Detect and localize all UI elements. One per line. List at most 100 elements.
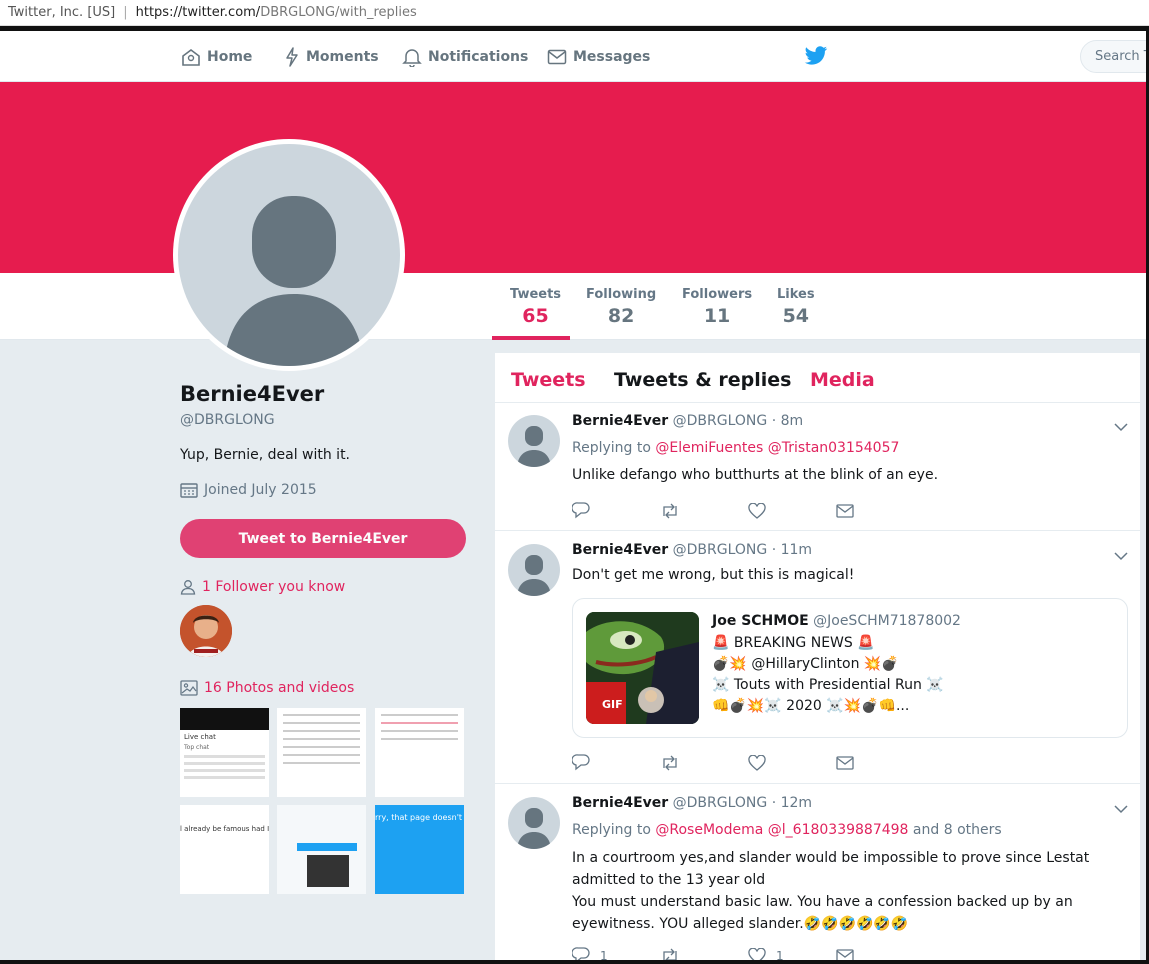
- stat-label: Following: [586, 287, 657, 302]
- thumb-line: [184, 769, 265, 772]
- media-thumbnail[interactable]: Live chat Top chat: [180, 708, 269, 797]
- heart-icon[interactable]: [748, 754, 836, 771]
- tweet-author-name[interactable]: Bernie4Ever: [572, 795, 668, 811]
- media-thumbnail[interactable]: l already be famous had I rocks: [180, 805, 269, 894]
- mention-link[interactable]: @Tristan03154057: [768, 440, 900, 456]
- nav-moments[interactable]: Moments: [284, 31, 379, 82]
- tweet-to-button[interactable]: Tweet to Bernie4Ever: [180, 519, 466, 558]
- profile-avatar[interactable]: [173, 139, 405, 371]
- tweet-avatar[interactable]: [508, 415, 560, 467]
- quoted-header: Joe SCHMOE @JoeSCHM71878002: [712, 613, 961, 629]
- tweet-avatar[interactable]: [508, 797, 560, 849]
- search-input[interactable]: Search Twitter: [1080, 40, 1149, 73]
- direct-message-icon[interactable]: [836, 502, 924, 519]
- thumb-line: [381, 738, 458, 740]
- known-follower-avatar[interactable]: [180, 605, 232, 657]
- media-thumbnail[interactable]: [375, 708, 464, 797]
- followers-you-know-link[interactable]: 1 Follower you know: [180, 579, 345, 595]
- thumb-text: l already be famous had I rocks: [180, 825, 269, 833]
- thumb-line: [283, 738, 360, 740]
- default-avatar-icon: [517, 808, 551, 849]
- default-avatar-icon: [224, 196, 364, 366]
- thumb-photo: [307, 855, 349, 887]
- stat-followers[interactable]: Followers 11: [682, 287, 752, 327]
- quoted-author-name[interactable]: Joe SCHMOE: [712, 613, 809, 629]
- chevron-down-icon[interactable]: [1114, 417, 1128, 436]
- thumb-text: rry, that page doesn't e: [375, 813, 464, 822]
- mention-link[interactable]: @RoseModema: [655, 822, 763, 838]
- nav-home-label: Home: [207, 48, 253, 65]
- tweet-header: Bernie4Ever @DBRGLONG · 8m: [572, 413, 803, 429]
- thumb-line: [283, 754, 360, 756]
- media-thumbnail[interactable]: rry, that page doesn't e: [375, 805, 464, 894]
- tab-tweets[interactable]: Tweets: [511, 369, 586, 391]
- tweet-time[interactable]: · 12m: [772, 795, 812, 811]
- tweet-author-handle[interactable]: @DBRGLONG: [673, 795, 768, 811]
- photos-videos-link[interactable]: 16 Photos and videos: [180, 680, 354, 696]
- nav-moments-label: Moments: [306, 48, 379, 65]
- timeline: Tweets Tweets & replies Media Bernie4Eve…: [494, 352, 1142, 964]
- profile-banner: [0, 82, 1149, 273]
- stat-label: Tweets: [510, 287, 562, 302]
- tweet-avatar[interactable]: [508, 544, 560, 596]
- tweet-author-name[interactable]: Bernie4Ever: [572, 413, 668, 429]
- stat-value: 65: [522, 305, 549, 327]
- media-thumbnail[interactable]: [277, 708, 366, 797]
- heart-icon[interactable]: [748, 502, 836, 519]
- reply-icon[interactable]: [572, 502, 660, 519]
- stat-value: 82: [607, 305, 635, 327]
- stat-likes[interactable]: Likes 54: [777, 287, 815, 327]
- twitter-bird-icon[interactable]: [804, 45, 828, 71]
- quoted-tweet[interactable]: GIF Joe SCHMOE @JoeSCHM71878002 🚨 BREAKI…: [572, 598, 1128, 738]
- browser-url-bar[interactable]: Twitter, Inc. [US] | https://twitter.com…: [0, 0, 1149, 26]
- chevron-down-icon[interactable]: [1114, 546, 1128, 565]
- stat-value: 11: [703, 305, 731, 327]
- quoted-text-line: 👊💣💥☠️ 2020 ☠️💥💣👊...: [712, 698, 910, 714]
- others-link[interactable]: and 8 others: [913, 822, 1002, 838]
- thumb-title: Live chat: [184, 733, 216, 741]
- tab-tweets-replies[interactable]: Tweets & replies: [614, 369, 791, 391]
- mention-link[interactable]: @l_6180339887498: [768, 822, 909, 838]
- tweet-author-handle[interactable]: @DBRGLONG: [673, 413, 768, 429]
- retweet-icon[interactable]: [660, 502, 748, 519]
- nav-notifications-label: Notifications: [428, 48, 529, 65]
- reply-icon[interactable]: [572, 754, 660, 771]
- profile-stats-bar: Tweets 65 Following 82 Followers 11 Like…: [0, 273, 1149, 340]
- replying-prefix: Replying to: [572, 822, 651, 838]
- nav-home[interactable]: Home: [181, 31, 252, 82]
- stat-label: Likes: [777, 287, 815, 302]
- envelope-icon: [547, 49, 567, 64]
- chevron-down-icon[interactable]: [1114, 799, 1128, 818]
- retweet-icon[interactable]: [660, 754, 748, 771]
- mention-link[interactable]: @ElemiFuentes: [655, 440, 763, 456]
- top-navigation: Home Moments Notifications Messages Sear…: [0, 31, 1149, 82]
- quoted-text-line: ☠️ Touts with Presidential Run ☠️: [712, 677, 944, 693]
- profile-bio: Yup, Bernie, deal with it.: [180, 447, 351, 463]
- tweet-time[interactable]: · 8m: [772, 413, 803, 429]
- tab-media[interactable]: Media: [810, 369, 875, 391]
- tweet-item[interactable]: Bernie4Ever @DBRGLONG · 8m Replying to @…: [495, 403, 1142, 531]
- nav-notifications[interactable]: Notifications: [402, 31, 528, 82]
- url-path: DBRGLONG/with_replies: [260, 5, 417, 20]
- quoted-gif[interactable]: GIF: [586, 612, 699, 724]
- tweet-text: Don't get me wrong, but this is magical!: [572, 567, 855, 583]
- profile-joined-date: Joined July 2015: [180, 482, 317, 498]
- stat-tweets[interactable]: Tweets 65: [510, 287, 561, 327]
- tweet-item[interactable]: Bernie4Ever @DBRGLONG · 12m Replying to …: [495, 784, 1142, 964]
- nav-messages[interactable]: Messages: [547, 31, 650, 82]
- tweet-author-name[interactable]: Bernie4Ever: [572, 542, 668, 558]
- tweet-time[interactable]: · 11m: [772, 542, 812, 558]
- profile-name: Bernie4Ever: [180, 382, 325, 406]
- media-thumbnail[interactable]: [277, 805, 366, 894]
- direct-message-icon[interactable]: [836, 754, 924, 771]
- tweet-author-handle[interactable]: @DBRGLONG: [673, 542, 768, 558]
- person-icon: [180, 580, 196, 595]
- replying-prefix: Replying to: [572, 440, 651, 456]
- url-separator: |: [123, 5, 128, 20]
- nav-messages-label: Messages: [573, 48, 651, 65]
- default-avatar-icon: [517, 555, 551, 596]
- tweet-item[interactable]: Bernie4Ever @DBRGLONG · 11m Don't get me…: [495, 531, 1142, 784]
- quoted-author-handle[interactable]: @JoeSCHM71878002: [813, 613, 961, 629]
- stat-following[interactable]: Following 82: [586, 287, 656, 327]
- thumb-header: [180, 708, 269, 730]
